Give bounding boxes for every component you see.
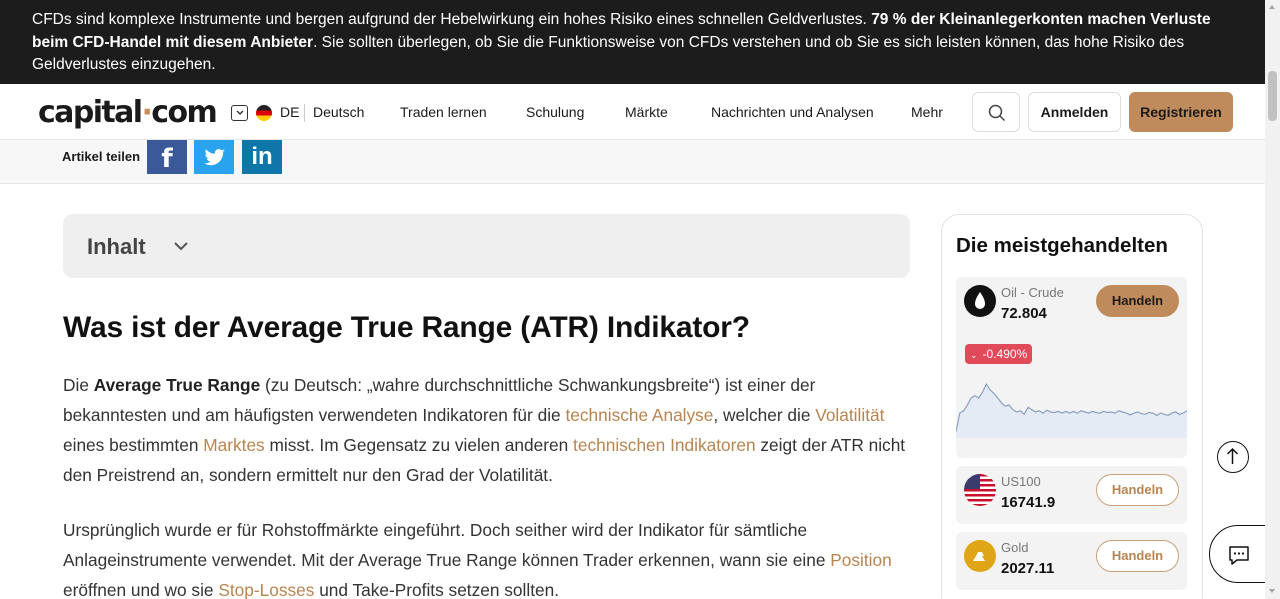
search-icon bbox=[988, 104, 1006, 122]
price-change-badge: ⌄ -0.490% bbox=[965, 344, 1033, 364]
nav-nachrichten-analysen[interactable]: Nachrichten und Analysen bbox=[711, 104, 874, 120]
link-volatilitaet[interactable]: Volatilität bbox=[815, 405, 884, 425]
trade-button[interactable]: Handeln bbox=[1096, 540, 1179, 572]
article-paragraph-2: Ursprünglich wurde er für Rohstoffmärkte… bbox=[63, 520, 892, 599]
site-header: capital·com DE Deutsch Traden lernen Sch… bbox=[0, 84, 1265, 140]
asset-card-oil[interactable]: Oil - Crude 72.804 Handeln ⌄ -0.490% bbox=[956, 277, 1187, 458]
region-code[interactable]: DE bbox=[280, 104, 299, 120]
share-bar: Artikel teilen f in bbox=[0, 140, 1265, 184]
nav-maerkte[interactable]: Märkte bbox=[625, 104, 668, 120]
search-button[interactable] bbox=[972, 92, 1020, 132]
price-sparkline bbox=[956, 382, 1187, 438]
facebook-share-button[interactable]: f bbox=[147, 140, 187, 174]
link-position[interactable]: Position bbox=[830, 550, 891, 570]
asset-card-us100[interactable]: US100 16741.9 Handeln bbox=[956, 466, 1187, 524]
nav-mehr[interactable]: Mehr bbox=[911, 104, 943, 120]
asset-name: Oil - Crude bbox=[1001, 285, 1064, 300]
chat-icon bbox=[1229, 546, 1249, 565]
arrow-up-icon bbox=[1226, 447, 1239, 464]
asset-price: 16741.9 bbox=[1001, 494, 1056, 511]
linkedin-icon: in bbox=[251, 143, 273, 170]
germany-flag-icon[interactable] bbox=[256, 105, 272, 121]
page-scrollbar[interactable] bbox=[1265, 0, 1280, 599]
asset-price: 2027.11 bbox=[1001, 560, 1055, 577]
twitter-share-button[interactable] bbox=[194, 140, 234, 174]
trade-button[interactable]: Handeln bbox=[1096, 474, 1179, 506]
trade-button[interactable]: Handeln bbox=[1096, 285, 1179, 317]
page: CFDs sind komplexe Instrumente und berge… bbox=[0, 0, 1280, 599]
linkedin-share-button[interactable]: in bbox=[242, 140, 282, 174]
article-heading: Was ist der Average True Range (ATR) Ind… bbox=[63, 311, 750, 344]
asset-name: Gold bbox=[1001, 540, 1029, 555]
scrollbar-thumb[interactable] bbox=[1268, 71, 1277, 121]
asset-price: 72.804 bbox=[1001, 305, 1047, 322]
link-technischen-indikatoren[interactable]: technischen Indikatoren bbox=[573, 435, 756, 455]
language-selector[interactable]: Deutsch bbox=[313, 104, 364, 120]
risk-text-1: CFDs sind komplexe Instrumente und berge… bbox=[32, 11, 872, 28]
gold-bars-icon bbox=[964, 540, 996, 572]
asset-name: US100 bbox=[1001, 474, 1041, 489]
link-marktes[interactable]: Marktes bbox=[203, 435, 264, 455]
toc-title: Inhalt bbox=[87, 234, 146, 259]
capital-com-logo[interactable]: capital·com bbox=[38, 95, 218, 130]
link-stop-losses[interactable]: Stop-Losses bbox=[218, 580, 314, 599]
scroll-to-top-button[interactable] bbox=[1217, 441, 1249, 473]
oil-drop-icon bbox=[964, 285, 996, 317]
risk-warning-banner: CFDs sind komplexe Instrumente und berge… bbox=[0, 0, 1265, 84]
register-button[interactable]: Registrieren bbox=[1129, 92, 1233, 132]
most-traded-widget: Die meistgehandelten Oil - Crude 72.804 … bbox=[941, 214, 1203, 599]
facebook-icon: f bbox=[161, 144, 173, 174]
nav-traden-lernen[interactable]: Traden lernen bbox=[400, 104, 487, 120]
asset-card-gold[interactable]: Gold 2027.11 Handeln bbox=[956, 532, 1187, 590]
table-of-contents[interactable]: Inhalt bbox=[63, 214, 910, 278]
nav-schulung[interactable]: Schulung bbox=[526, 104, 584, 120]
divider bbox=[304, 104, 305, 122]
scroll-up-arrow[interactable] bbox=[1269, 5, 1275, 9]
chevron-down-icon: ⌄ bbox=[970, 350, 978, 360]
link-technische-analyse[interactable]: technische Analyse bbox=[565, 405, 713, 425]
article-paragraph-1: Die Average True Range (zu Deutsch: „wah… bbox=[63, 375, 906, 485]
share-label: Artikel teilen bbox=[62, 149, 141, 164]
chevron-down-icon[interactable] bbox=[231, 105, 248, 121]
chevron-down-icon[interactable] bbox=[173, 238, 189, 254]
login-button[interactable]: Anmelden bbox=[1028, 92, 1121, 132]
scroll-down-arrow[interactable] bbox=[1269, 589, 1275, 593]
twitter-icon bbox=[204, 149, 226, 166]
widget-title: Die meistgehandelten bbox=[956, 234, 1168, 257]
us-flag-icon bbox=[964, 474, 996, 506]
